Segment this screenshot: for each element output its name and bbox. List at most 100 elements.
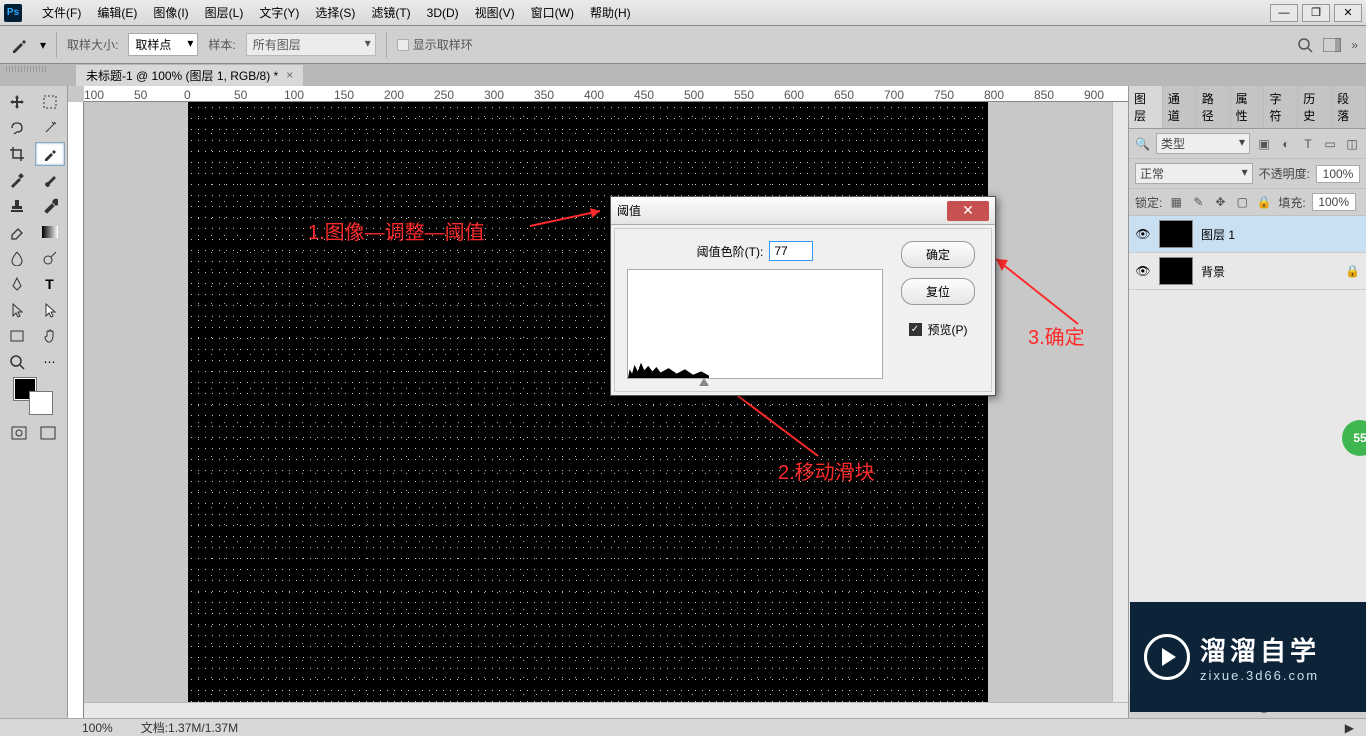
opacity-input[interactable]: 100% [1316,165,1360,183]
dialog-titlebar[interactable]: 阈值 ✕ [611,197,995,225]
marquee-tool[interactable] [35,90,65,114]
filter-type-icon[interactable]: T [1300,136,1316,152]
menu-3d[interactable]: 3D(D) [419,6,467,20]
direct-select-tool[interactable] [35,298,65,322]
eyedropper-tool-icon[interactable] [8,34,30,56]
eraser-tool[interactable] [2,220,32,244]
search-icon[interactable]: 🔍 [1135,137,1150,151]
visibility-toggle[interactable]: 👁 [1135,227,1151,241]
menu-edit[interactable]: 编辑(E) [89,4,145,21]
tab-paths[interactable]: 路径 [1197,86,1231,128]
layer-name[interactable]: 图层 1 [1201,226,1235,243]
crop-tool[interactable] [2,142,32,166]
fill-input[interactable]: 100% [1312,193,1356,211]
lasso-tool[interactable] [2,116,32,140]
layer-filter-select[interactable]: 类型 [1156,133,1250,154]
dodge-tool[interactable] [35,246,65,270]
arrow-1 [530,206,610,246]
close-tab-icon[interactable]: × [286,68,293,82]
quickmask-tool[interactable] [6,422,32,444]
rectangle-tool[interactable] [2,324,32,348]
document-tab[interactable]: 未标题-1 @ 100% (图层 1, RGB/8) * × [76,65,303,86]
brush-tool[interactable] [35,168,65,192]
menu-select[interactable]: 选择(S) [307,4,363,21]
status-menu-icon[interactable]: ▶ [1345,721,1354,735]
ellipsis-tool[interactable]: ⋯ [35,350,65,374]
close-button[interactable]: ✕ [1334,4,1362,22]
visibility-toggle[interactable]: 👁 [1135,264,1151,278]
filter-image-icon[interactable]: ▣ [1256,136,1272,152]
sample-size-select[interactable]: 取样点 [128,33,198,56]
ruler-vertical[interactable] [68,102,84,718]
search-icon[interactable] [1297,37,1313,53]
arrow-3 [988,254,1088,334]
expand-icon[interactable]: » [1351,38,1358,52]
zoom-level[interactable]: 100% [82,721,113,735]
layer-row[interactable]: 👁 图层 1 [1129,216,1366,253]
minimize-button[interactable]: ― [1270,4,1298,22]
menu-type[interactable]: 文字(Y) [251,4,307,21]
menu-filter[interactable]: 滤镜(T) [363,4,418,21]
lock-artboard-icon[interactable]: ▢ [1234,194,1250,210]
fill-label: 填充: [1278,194,1305,211]
tab-layers[interactable]: 图层 [1129,86,1163,128]
ok-button[interactable]: 确定 [901,241,975,268]
menu-file[interactable]: 文件(F) [34,4,89,21]
layer-name[interactable]: 背景 [1201,263,1225,280]
scrollbar-horizontal[interactable] [84,702,1128,718]
tab-history[interactable]: 历史 [1298,86,1332,128]
type-tool[interactable]: T [35,272,65,296]
gradient-tool[interactable] [35,220,65,244]
lock-brush-icon[interactable]: ✎ [1190,194,1206,210]
lock-position-icon[interactable]: ✥ [1212,194,1228,210]
filter-shape-icon[interactable]: ▭ [1322,136,1338,152]
healing-tool[interactable] [2,168,32,192]
menu-view[interactable]: 视图(V) [467,4,523,21]
scrollbar-vertical[interactable] [1112,102,1128,702]
stamp-tool[interactable] [2,194,32,218]
canvas-area[interactable]: 100 50 0 50 100 150 200 250 300 350 400 … [68,86,1128,718]
layer-thumbnail[interactable] [1159,220,1193,248]
lock-all-icon[interactable]: 🔒 [1256,194,1272,210]
layer-row[interactable]: 👁 背景 🔒 [1129,253,1366,290]
magic-wand-tool[interactable] [35,116,65,140]
sample-layers-select[interactable]: 所有图层 [246,33,376,56]
pen-tool[interactable] [2,272,32,296]
threshold-slider[interactable] [699,378,709,388]
menu-image[interactable]: 图像(I) [145,4,196,21]
history-brush-tool[interactable] [35,194,65,218]
histogram[interactable] [627,269,883,379]
tab-properties[interactable]: 属性 [1231,86,1265,128]
filter-adjust-icon[interactable]: ◐ [1278,136,1294,152]
threshold-input[interactable] [769,241,813,261]
tab-channels[interactable]: 通道 [1163,86,1197,128]
maximize-button[interactable]: ❐ [1302,4,1330,22]
background-swatch[interactable] [30,392,52,414]
hand-tool[interactable] [35,324,65,348]
screenmode-tool[interactable] [36,422,62,444]
preview-checkbox[interactable]: ✓ 预览(P) [909,321,968,338]
reset-button[interactable]: 复位 [901,278,975,305]
menu-window[interactable]: 窗口(W) [523,4,582,21]
color-swatches[interactable] [2,376,65,418]
layer-thumbnail[interactable] [1159,257,1193,285]
tab-paragraph[interactable]: 段落 [1332,86,1366,128]
workspace-icon[interactable] [1323,38,1341,52]
filter-smart-icon[interactable]: ◫ [1344,136,1360,152]
zoom-tool[interactable] [2,350,32,374]
menu-layer[interactable]: 图层(L) [197,4,252,21]
blend-mode-select[interactable]: 正常 [1135,163,1253,184]
path-select-tool[interactable] [2,298,32,322]
lock-pixels-icon[interactable]: ▦ [1168,194,1184,210]
blur-tool[interactable] [2,246,32,270]
ruler-horizontal[interactable]: 100 50 0 50 100 150 200 250 300 350 400 … [84,86,1128,102]
canvas-image[interactable] [188,102,988,707]
tab-character[interactable]: 字符 [1264,86,1298,128]
opacity-label: 不透明度: [1259,165,1310,182]
menu-help[interactable]: 帮助(H) [582,4,639,21]
show-ring-checkbox[interactable]: 显示取样环 [397,36,473,53]
document-tab-title: 未标题-1 @ 100% (图层 1, RGB/8) * [86,67,278,84]
dialog-close-button[interactable]: ✕ [947,201,989,221]
move-tool[interactable] [2,90,32,114]
eyedropper-tool[interactable] [35,142,65,166]
